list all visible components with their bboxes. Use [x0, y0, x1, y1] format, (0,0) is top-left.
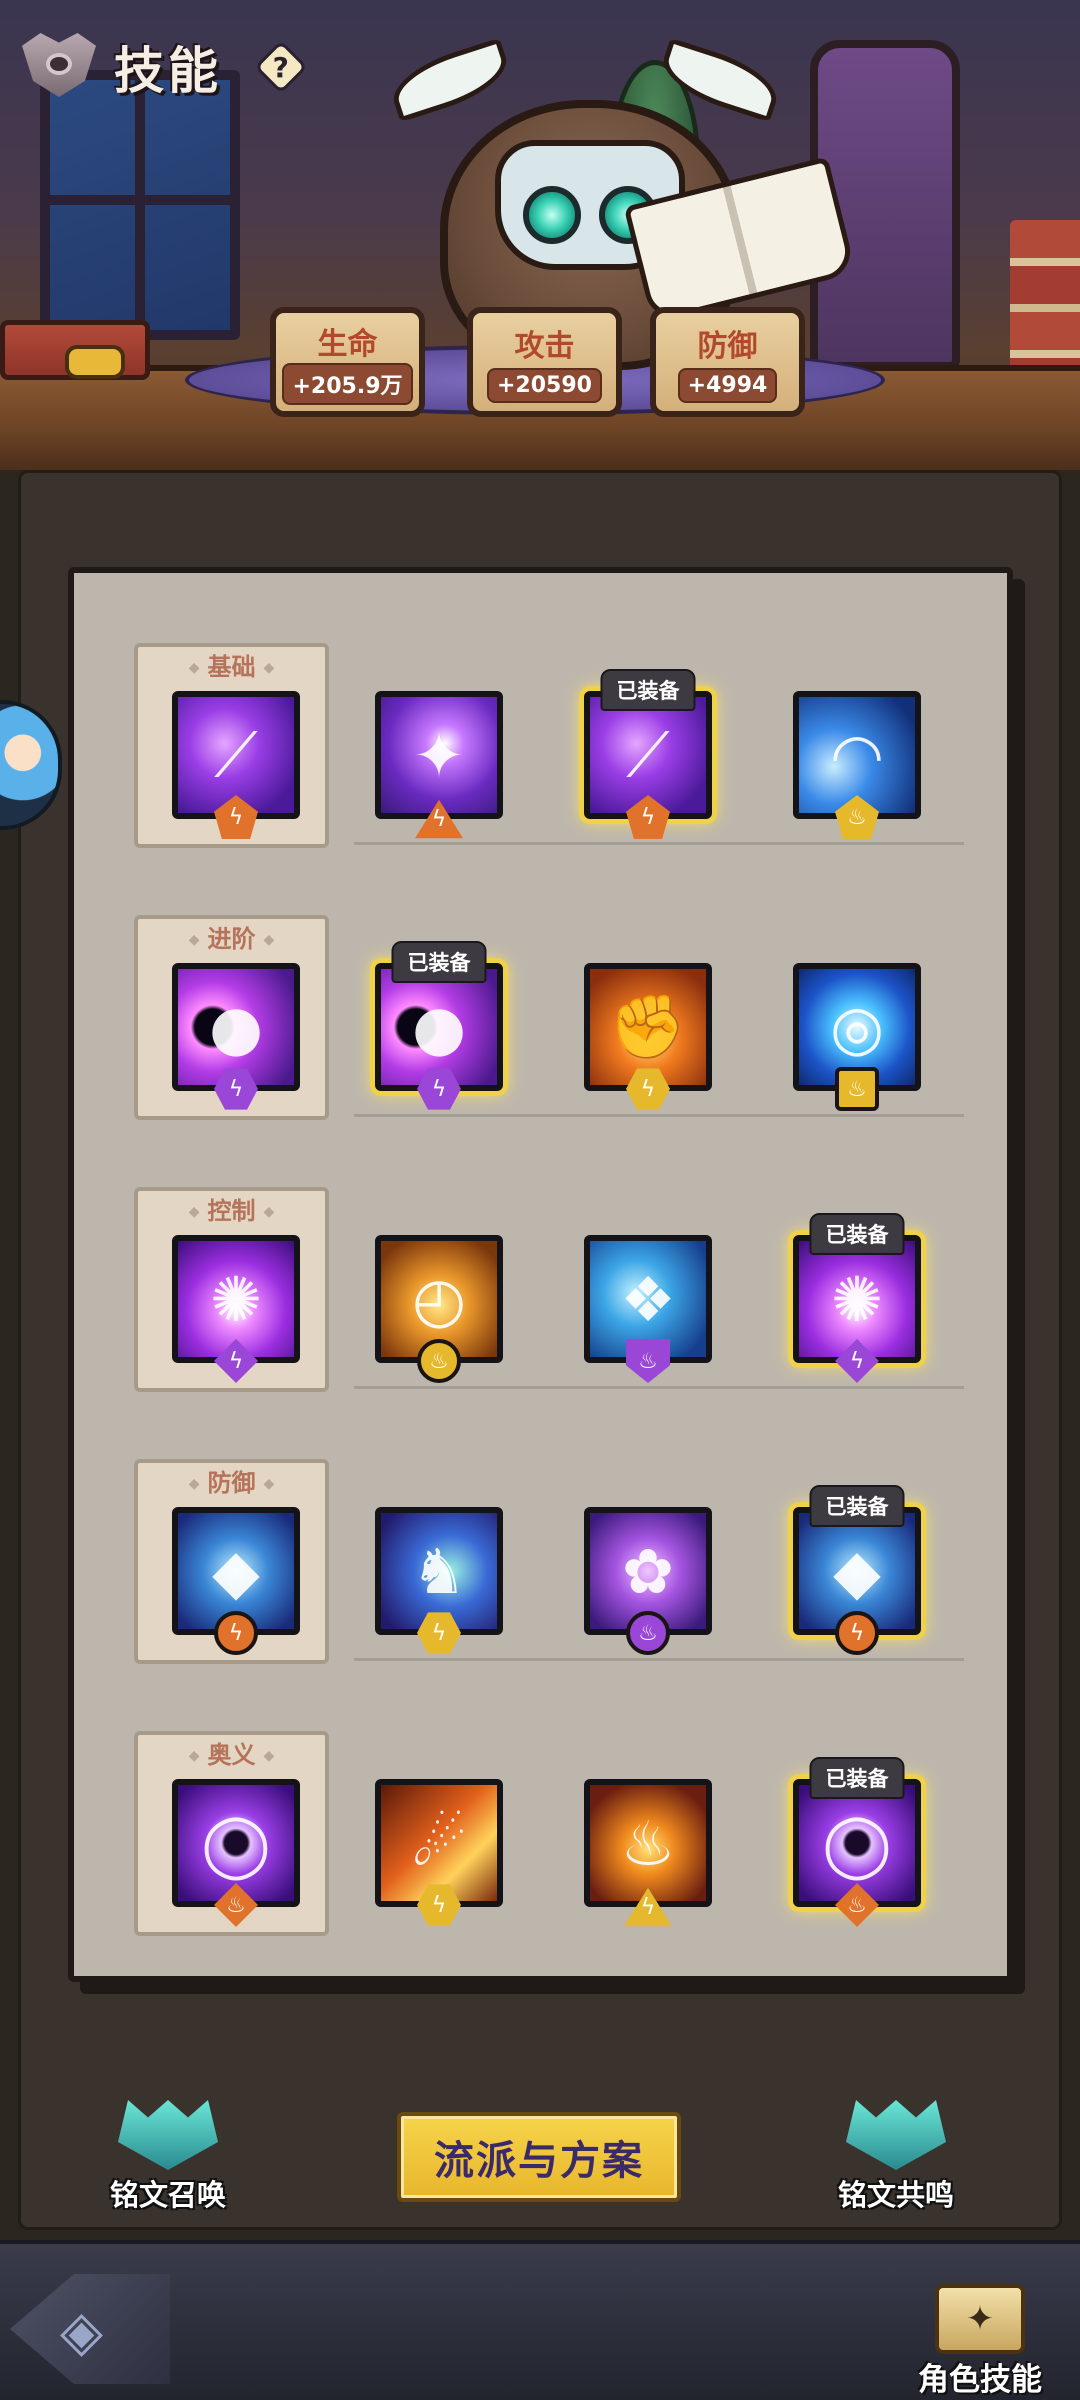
twin-spirit-icon: ♞	[411, 1534, 467, 1608]
skill-book-icon: ✦	[935, 2284, 1025, 2354]
skill-row: 奥义 ◯♨ ☄ϟ ♨ϟ ◯♨已装备	[74, 1661, 1019, 1936]
skill-row: 进阶 ●ϟ ●ϟ已装备 ✊ϟ ◎♨	[74, 845, 1019, 1120]
skill-category-label: 控制	[138, 1191, 325, 1226]
skill-slot[interactable]: ⟋ ϟ	[172, 691, 300, 839]
coins-icon	[65, 345, 125, 379]
flame-demon-icon: ♨	[620, 1806, 676, 1880]
equipped-tag: 已装备	[391, 941, 487, 983]
skill-slot[interactable]: ◆ ϟ	[172, 1507, 300, 1655]
equipped-tag: 已装备	[809, 1485, 905, 1527]
skill-slot[interactable]: ◯ ♨	[172, 1779, 300, 1927]
skill-slot[interactable]: ✺ ϟ	[172, 1235, 300, 1383]
meteor-icon: ☄	[411, 1806, 467, 1880]
skill-slot[interactable]: ◯ ♨ 已装备	[793, 1757, 921, 1927]
stat-value: +20590	[487, 368, 602, 404]
skill-slot[interactable]: ● ϟ 已装备	[375, 941, 503, 1110]
rune-resonance-button[interactable]: 铭文共鸣	[838, 2100, 954, 2214]
skill-slot[interactable]: ⟋ ϟ 已装备	[584, 669, 712, 839]
element-badge-icon: ♨	[417, 1339, 461, 1383]
element-badge-icon: ♨	[835, 1067, 879, 1111]
stat-plaque-attack: 攻击 +20590	[467, 307, 622, 417]
rune-resonance-icon	[846, 2100, 946, 2170]
equipped-tag: 已装备	[809, 1213, 905, 1255]
fire-fist-icon: ✊	[609, 990, 687, 1063]
back-button[interactable]	[14, 27, 104, 107]
void-beam-icon: ●	[411, 990, 467, 1064]
stat-plaque-hp: 生命 +205.9万	[270, 307, 425, 417]
skill-slot[interactable]: ◎ ♨	[793, 963, 921, 1111]
skill-category-label: 基础	[138, 647, 325, 682]
skill-slot[interactable]: ◆ ϟ 已装备	[793, 1485, 921, 1655]
page-title: 技能	[114, 42, 222, 100]
element-badge-icon: ♨	[626, 1339, 670, 1383]
stat-value: +4994	[677, 368, 778, 404]
help-button[interactable]: ?	[254, 40, 308, 94]
skill-slot[interactable]: ◠ ♨	[793, 691, 921, 839]
skill-slot[interactable]: ● ϟ	[172, 963, 300, 1110]
rune-summon-icon	[118, 2100, 218, 2170]
skill-slot[interactable]: ◴ ♨	[375, 1235, 503, 1383]
skill-slot[interactable]: ✊ ϟ	[584, 963, 712, 1110]
equipped-tag: 已装备	[600, 669, 696, 711]
nav-tab-label: 角色技能	[918, 2362, 1042, 2398]
eye-icon	[46, 53, 72, 75]
skill-row: 防御◆ϟ♞ϟ✿♨◆ϟ已装备	[74, 1389, 1019, 1664]
skill-slot[interactable]: ♨ ϟ	[584, 1779, 712, 1927]
stat-label: 攻击	[514, 328, 575, 364]
background-books	[1010, 220, 1080, 380]
void-beam-icon: ●	[208, 990, 264, 1064]
element-badge-icon: ϟ	[835, 1611, 879, 1655]
nav-tab-character-skills[interactable]: ✦ 角色技能	[910, 2284, 1050, 2400]
skill-slot[interactable]: ❖ ♨	[584, 1235, 712, 1383]
stat-label: 生命	[317, 327, 378, 362]
top-bar: 技能 ?	[14, 22, 308, 112]
stat-label: 防御	[697, 328, 758, 364]
skill-slot[interactable]: ✦ ϟ	[375, 691, 503, 839]
skill-row: 控制 ✺ϟ ◴♨ ❖♨ ✺ϟ已装备	[74, 1117, 1019, 1392]
skill-category-label: 防御	[138, 1463, 325, 1498]
owl-horn-left	[385, 37, 515, 123]
skill-grid-paper: 基础⟋ϟ✦ϟ⟋ϟ已装备◠♨进阶●ϟ●ϟ已装备✊ϟ◎♨控制✺ϟ◴♨❖♨✺ϟ已装备防…	[68, 567, 1013, 1982]
skill-slot[interactable]: ☄ ϟ	[375, 1779, 503, 1926]
skill-slot[interactable]: ♞ ϟ	[375, 1507, 503, 1654]
owl-eye-left	[523, 186, 581, 244]
stat-plaque-defense: 防御 +4994	[650, 307, 805, 417]
rune-summon-button[interactable]: 铭文召唤	[110, 2100, 226, 2214]
question-icon: ?	[272, 50, 290, 84]
skill-row: 基础 ⟋ϟ ✦ϟ ⟋ϟ已装备 ◠♨	[74, 573, 1019, 848]
bottom-nav-bar: ◈ ✦ 角色技能	[0, 2240, 1080, 2400]
rune-resonance-label: 铭文共鸣	[838, 2178, 955, 2212]
element-badge-icon: ♨	[626, 1611, 670, 1655]
skill-category-label: 进阶	[138, 919, 325, 954]
equipped-tag: 已装备	[809, 1757, 905, 1799]
guild-emblem-icon: ◈	[60, 2299, 104, 2364]
skill-slot[interactable]: ✺ ϟ 已装备	[793, 1213, 921, 1383]
element-badge-icon: ϟ	[214, 1611, 258, 1655]
star-burst-icon: ✦	[413, 718, 465, 792]
stat-value: +205.9万	[282, 363, 413, 405]
rune-summon-label: 铭文召唤	[110, 2178, 227, 2212]
skill-slot[interactable]: ✿ ♨	[584, 1507, 712, 1655]
school-and-plan-button[interactable]: 流派与方案	[397, 2112, 681, 2202]
skill-category-label: 奥义	[138, 1735, 325, 1770]
